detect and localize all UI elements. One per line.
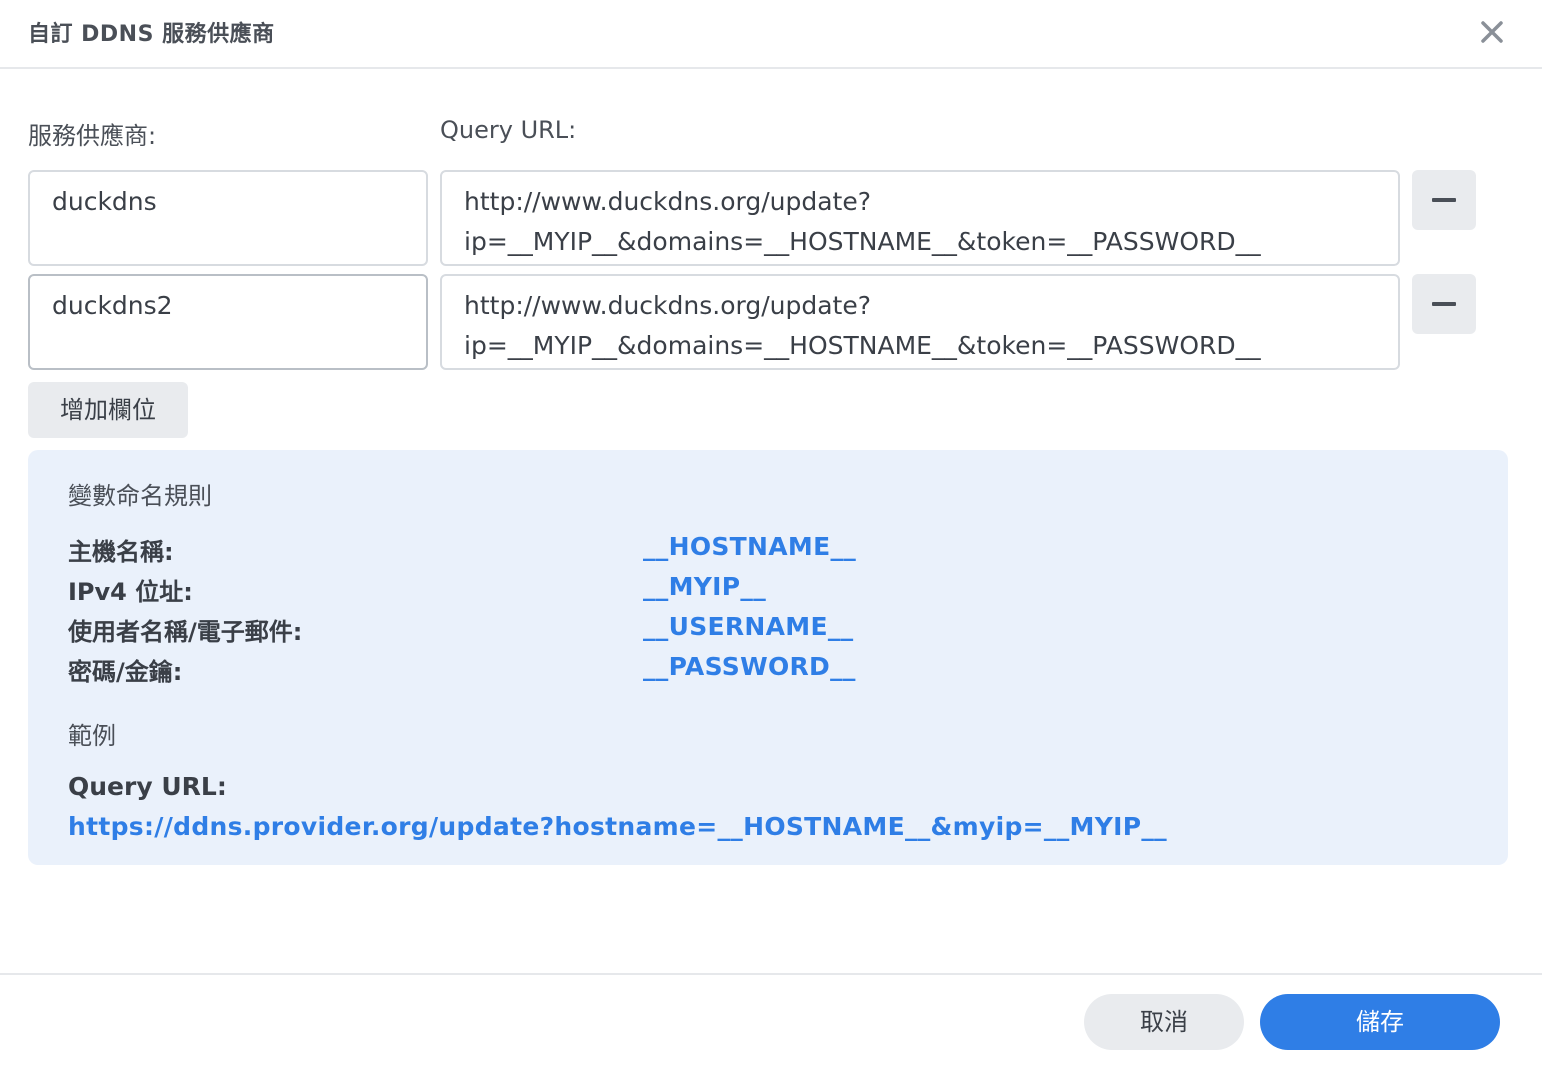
rules-title: 變數命名規則 [68,482,212,510]
example-label: Query URL: [68,772,227,801]
query-url-line: http://www.duckdns.org/update? [464,187,871,216]
provider-name-input[interactable]: duckdns2 [28,274,428,370]
provider-name-value: duckdns [52,187,157,216]
query-url-line: http://www.duckdns.org/update? [464,291,871,320]
rule-value: __USERNAME__ [643,612,854,641]
provider-column-label: 服務供應商: [28,122,157,150]
close-icon [1481,21,1503,43]
example-title: 範例 [68,722,116,750]
dialog-header: 自訂 DDNS 服務供應商 [0,0,1542,69]
remove-row-button[interactable] [1412,274,1476,334]
rule-value: __PASSWORD__ [643,652,856,681]
query-url-column-label: Query URL: [440,116,577,144]
rule-label: 使用者名稱/電子郵件: [68,618,303,646]
provider-name-value: duckdns2 [52,291,173,320]
save-button[interactable]: 儲存 [1260,994,1500,1050]
rule-label: 主機名稱: [68,538,174,566]
minus-icon [1432,302,1456,306]
remove-row-button[interactable] [1412,170,1476,230]
cancel-button[interactable]: 取消 [1084,994,1244,1050]
variable-rules-panel: 變數命名規則 主機名稱: __HOSTNAME__ IPv4 位址: __MYI… [28,450,1508,865]
minus-icon [1432,198,1456,202]
rule-label: IPv4 位址: [68,578,193,606]
add-field-button[interactable]: 增加欄位 [28,382,188,438]
close-button[interactable] [1472,12,1512,52]
example-url: https://ddns.provider.org/update?hostnam… [68,812,1167,841]
provider-name-input[interactable]: duckdns [28,170,428,266]
rule-label: 密碼/金鑰: [68,658,183,686]
query-url-line: ip=__MYIP__&domains=__HOSTNAME__&token=_… [464,331,1261,360]
query-url-input[interactable]: http://www.duckdns.org/update? ip=__MYIP… [440,274,1400,370]
query-url-line: ip=__MYIP__&domains=__HOSTNAME__&token=_… [464,227,1261,256]
dialog-title: 自訂 DDNS 服務供應商 [28,22,275,47]
rule-value: __MYIP__ [643,572,767,601]
query-url-input[interactable]: http://www.duckdns.org/update? ip=__MYIP… [440,170,1400,266]
rule-value: __HOSTNAME__ [643,532,857,561]
